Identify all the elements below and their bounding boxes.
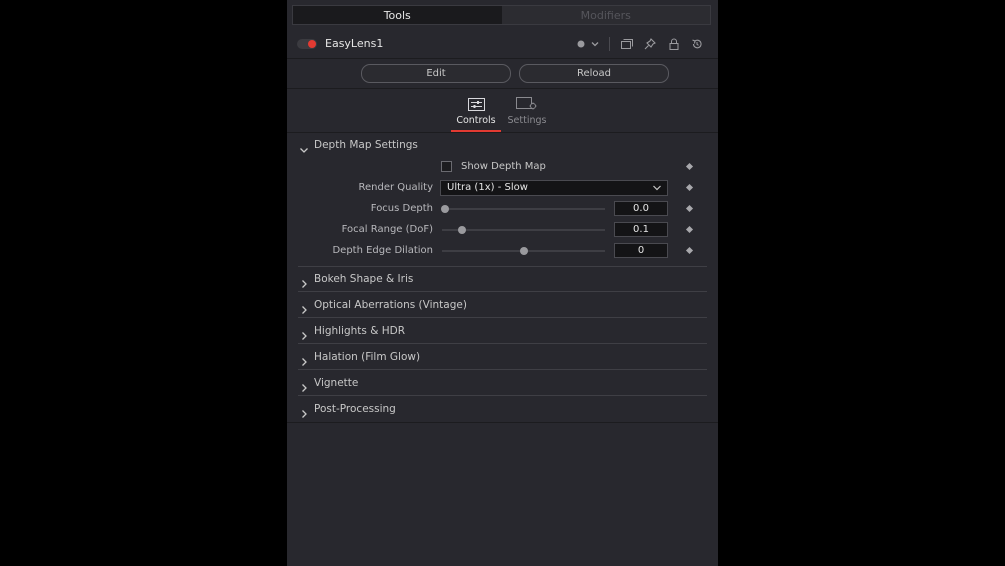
chevron-right-icon xyxy=(299,300,309,319)
versions-icon[interactable] xyxy=(620,37,634,51)
edit-button[interactable]: Edit xyxy=(361,64,511,83)
toggle-dot xyxy=(308,40,316,48)
header-separator xyxy=(609,37,610,51)
show-depth-map-label: Show Depth Map xyxy=(461,161,546,172)
tool-header: EasyLens1 xyxy=(287,30,718,59)
section-title: Highlights & HDR xyxy=(314,325,406,337)
section-halation[interactable]: Halation (Film Glow) xyxy=(298,345,707,370)
render-quality-dropdown[interactable]: Ultra (1x) - Slow xyxy=(440,180,668,196)
focal-range-row: Focal Range (DoF) 0.1 xyxy=(287,220,718,240)
slider-handle[interactable] xyxy=(519,247,528,255)
section-title: Optical Aberrations (Vintage) xyxy=(314,299,467,311)
tab-tools[interactable]: Tools xyxy=(293,6,502,24)
keyframe-diamond-icon[interactable] xyxy=(685,183,694,192)
reset-icon[interactable] xyxy=(690,37,704,51)
section-highlights-hdr[interactable]: Highlights & HDR xyxy=(298,319,707,344)
edge-dilation-row: Depth Edge Dilation 0 xyxy=(287,241,718,261)
inspector-tabs: Tools Modifiers xyxy=(292,5,711,25)
chevron-down-icon[interactable] xyxy=(588,37,602,51)
chevron-right-icon xyxy=(299,404,309,423)
pin-icon[interactable] xyxy=(643,37,657,51)
section-title: Halation (Film Glow) xyxy=(314,351,421,363)
focus-depth-slider[interactable] xyxy=(441,205,605,213)
chevron-right-icon xyxy=(299,274,309,293)
section-title: Post-Processing xyxy=(314,403,396,415)
chevron-right-icon xyxy=(299,352,309,371)
section-optical-aberrations[interactable]: Optical Aberrations (Vintage) xyxy=(298,293,707,318)
show-depth-map-checkbox[interactable] xyxy=(441,161,452,172)
settings-gear-icon xyxy=(516,96,538,115)
sliders-icon xyxy=(468,96,485,115)
slider-handle[interactable] xyxy=(441,205,450,213)
section-depth-map-settings[interactable]: Depth Map Settings xyxy=(298,133,707,157)
render-quality-label: Render Quality xyxy=(358,182,433,193)
tab-settings[interactable]: Settings xyxy=(502,89,552,132)
keyframe-diamond-icon[interactable] xyxy=(685,162,694,171)
chevron-down-icon xyxy=(652,184,662,195)
focal-range-input[interactable]: 0.1 xyxy=(614,222,668,237)
section-title: Depth Map Settings xyxy=(314,139,418,151)
active-tab-underline xyxy=(451,130,501,132)
focus-depth-input[interactable]: 0.0 xyxy=(614,201,668,216)
focus-depth-label: Focus Depth xyxy=(370,203,433,214)
keyframe-diamond-icon[interactable] xyxy=(685,225,694,234)
tab-controls-label: Controls xyxy=(456,115,496,126)
section-title: Bokeh Shape & Iris xyxy=(314,273,414,285)
section-bokeh-shape-iris[interactable]: Bokeh Shape & Iris xyxy=(298,267,707,292)
tab-controls[interactable]: Controls xyxy=(451,89,501,132)
tab-settings-label: Settings xyxy=(507,115,547,126)
tool-name: EasyLens1 xyxy=(325,37,384,50)
edge-dilation-label: Depth Edge Dilation xyxy=(332,245,433,256)
edge-dilation-slider[interactable] xyxy=(442,247,605,255)
control-tabs: Controls Settings xyxy=(287,89,718,133)
render-quality-value: Ultra (1x) - Slow xyxy=(447,182,528,193)
render-quality-row: Render Quality Ultra (1x) - Slow xyxy=(287,178,718,198)
section-post-processing[interactable]: Post-Processing xyxy=(298,397,707,422)
tab-modifiers[interactable]: Modifiers xyxy=(501,6,710,24)
panel-content-end xyxy=(287,422,718,423)
keyframe-diamond-icon[interactable] xyxy=(685,204,694,213)
tool-enable-toggle[interactable] xyxy=(297,39,317,49)
section-title: Vignette xyxy=(314,377,359,389)
keyframe-diamond-icon[interactable] xyxy=(685,246,694,255)
section-vignette[interactable]: Vignette xyxy=(298,371,707,396)
focal-range-slider[interactable] xyxy=(442,226,605,234)
slider-handle[interactable] xyxy=(457,226,466,234)
focus-depth-row: Focus Depth 0.0 xyxy=(287,199,718,219)
chevron-right-icon xyxy=(299,326,309,345)
lock-icon[interactable] xyxy=(667,37,681,51)
inspector-panel: Tools Modifiers EasyLens1 Edit Reload Co… xyxy=(287,0,718,566)
show-depth-map-row: Show Depth Map xyxy=(287,157,718,177)
chevron-right-icon xyxy=(299,378,309,397)
edge-dilation-input[interactable]: 0 xyxy=(614,243,668,258)
reload-button[interactable]: Reload xyxy=(519,64,669,83)
focal-range-label: Focal Range (DoF) xyxy=(341,224,433,235)
color-dot-icon[interactable] xyxy=(574,37,588,51)
script-button-row: Edit Reload xyxy=(287,59,718,89)
